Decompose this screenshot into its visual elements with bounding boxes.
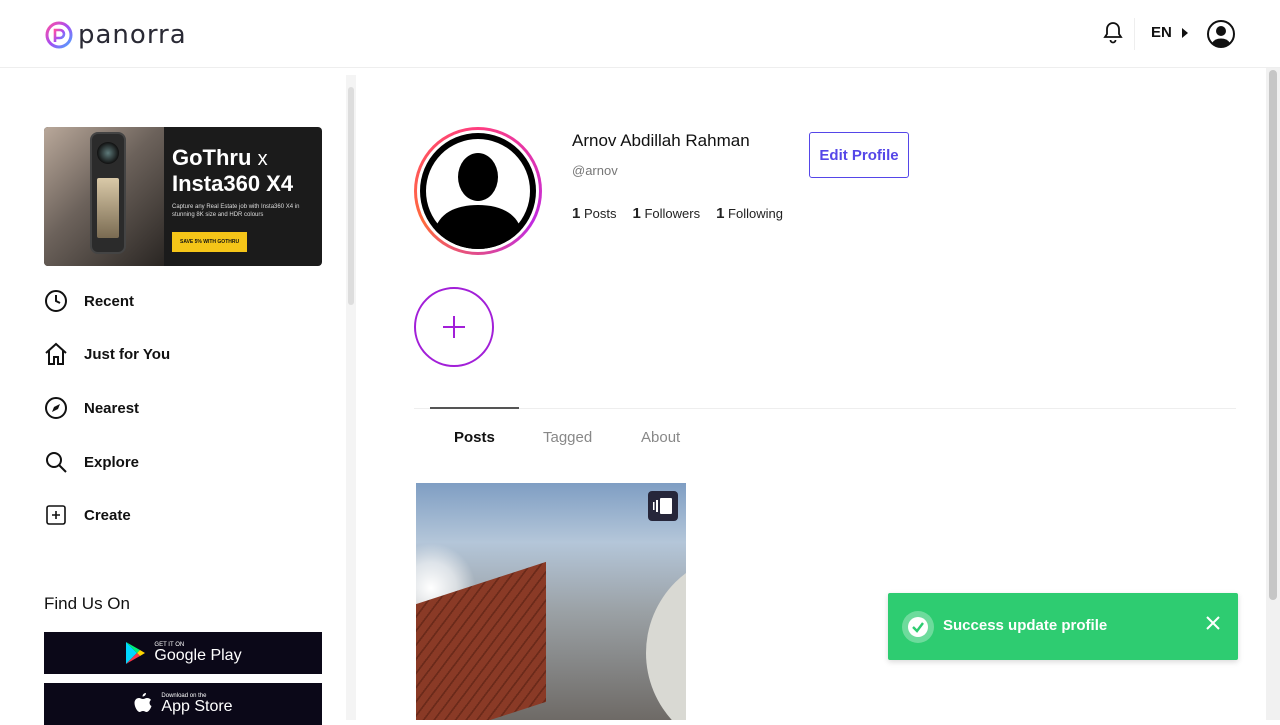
sidebar-item-recent[interactable]: Recent — [44, 287, 294, 315]
banner-cta-button[interactable]: SAVE 5% WITH GOTHRU — [172, 232, 248, 252]
banner-image — [44, 127, 164, 266]
avatar-inner — [417, 130, 539, 252]
clock-icon — [44, 289, 68, 313]
success-toast: Success update profile — [888, 593, 1238, 660]
banner-title: GoThru x — [172, 145, 268, 170]
app-store-button[interactable]: Download on the App Store — [44, 683, 322, 725]
post-thumbnail[interactable] — [416, 483, 686, 720]
sidebar-item-just-for-you[interactable]: Just for You — [44, 340, 294, 368]
app-store-label: App Store — [161, 698, 233, 715]
page-scrollbar[interactable] — [1266, 68, 1280, 720]
user-silhouette-icon — [426, 139, 530, 249]
stat-posts[interactable]: 1 Posts — [572, 205, 616, 222]
profile-avatar[interactable] — [414, 127, 542, 255]
profile-handle: @arnov — [572, 163, 618, 178]
tab-posts[interactable]: Posts — [454, 429, 495, 446]
search-icon — [44, 450, 68, 474]
google-play-icon — [126, 642, 146, 664]
navigation-icon — [44, 396, 68, 420]
sidebar-item-label: Recent — [84, 292, 135, 310]
avatar-placeholder — [420, 133, 536, 249]
tab-tagged[interactable]: Tagged — [543, 429, 592, 446]
promo-banner[interactable]: GoThru x Insta360 X4 Capture any Real Es… — [44, 127, 322, 266]
check-circle-icon — [902, 611, 934, 643]
apple-icon — [134, 693, 152, 712]
language-label: EN — [1151, 24, 1172, 41]
tab-about[interactable]: About — [641, 429, 680, 446]
sidebar-item-label: Nearest — [84, 399, 140, 417]
app-logo[interactable]: panorra — [44, 20, 187, 50]
panorra-logo-icon — [45, 21, 73, 49]
user-circle-icon — [1207, 20, 1235, 48]
toast-message: Success update profile — [943, 617, 1108, 634]
sidebar: GoThru x Insta360 X4 Capture any Real Es… — [0, 69, 346, 725]
camera-screen — [97, 178, 119, 238]
tabs-divider — [414, 408, 1236, 409]
sidebar-scroll-thumb[interactable] — [348, 87, 354, 305]
header-divider — [1134, 18, 1135, 50]
google-play-label: Google Play — [154, 647, 242, 664]
bell-icon — [1103, 22, 1123, 44]
home-icon — [44, 342, 68, 366]
sidebar-item-nearest[interactable]: Nearest — [44, 394, 294, 422]
sidebar-scrollbar[interactable] — [346, 75, 356, 720]
stat-following[interactable]: 1 Following — [716, 205, 783, 222]
close-icon — [1206, 616, 1220, 630]
plus-icon — [443, 316, 465, 338]
profile-stats: 1 Posts 1 Followers 1 Following — [572, 205, 783, 222]
find-us-heading: Find Us On — [44, 594, 130, 613]
sidebar-item-label: Just for You — [84, 345, 171, 363]
sidebar-item-label: Create — [84, 506, 131, 524]
camera-image — [90, 132, 126, 254]
page-scroll-thumb[interactable] — [1269, 70, 1277, 600]
app-name: panorra — [78, 20, 187, 50]
profile-name: Arnov Abdillah Rahman — [572, 131, 750, 150]
banner-subtitle: Capture any Real Estate job with Insta36… — [172, 204, 300, 218]
post-image-wall — [646, 553, 686, 720]
toast-close-button[interactable] — [1206, 616, 1220, 635]
sidebar-item-label: Explore — [84, 453, 140, 471]
active-tab-indicator — [430, 407, 519, 409]
add-story-button[interactable] — [414, 287, 494, 367]
user-avatar-button[interactable] — [1206, 19, 1236, 54]
multi-image-icon — [648, 491, 678, 521]
top-bar: panorra EN — [0, 0, 1280, 68]
caret-right-icon — [1181, 27, 1188, 38]
sidebar-item-create[interactable]: Create — [44, 501, 294, 529]
plus-square-icon — [44, 503, 68, 527]
sidebar-item-explore[interactable]: Explore — [44, 448, 294, 476]
stat-followers[interactable]: 1 Followers — [632, 205, 700, 222]
google-play-button[interactable]: GET IT ON Google Play — [44, 632, 322, 674]
language-selector[interactable]: EN — [1151, 24, 1188, 41]
edit-profile-button[interactable]: Edit Profile — [809, 132, 909, 178]
banner-product: Insta360 X4 — [172, 171, 294, 196]
notification-button[interactable] — [1102, 20, 1124, 49]
camera-lens — [97, 142, 119, 164]
